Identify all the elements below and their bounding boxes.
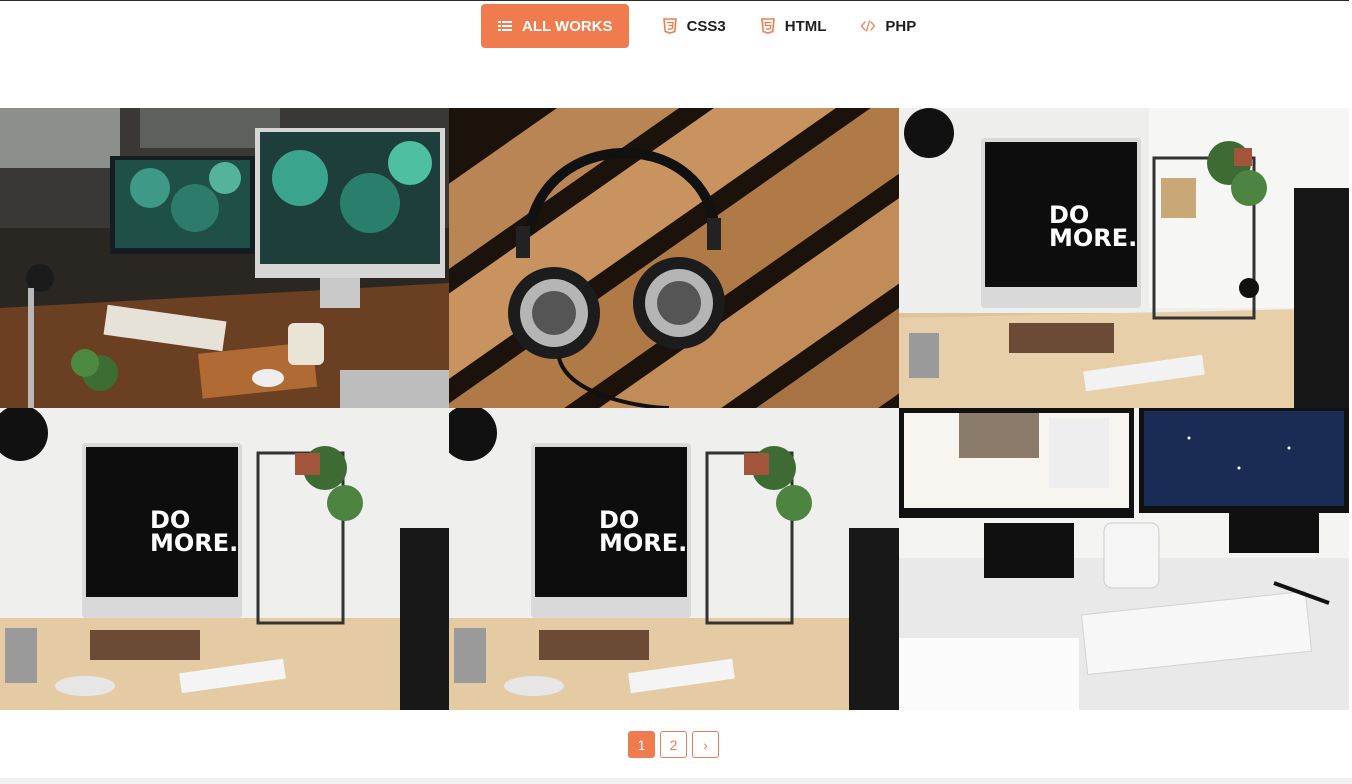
portfolio-item-do-more-desk[interactable]: DO MORE. xyxy=(899,108,1349,408)
portfolio-item-headphones[interactable] xyxy=(449,108,899,408)
filter-php[interactable]: PHP xyxy=(845,4,931,48)
portfolio-grid: DO MORE. DO MORE. DO MORE. xyxy=(0,108,1349,710)
page-1-button[interactable]: 1 xyxy=(628,731,655,758)
screen-text-more: MORE. xyxy=(599,529,687,557)
css3-icon xyxy=(662,18,678,34)
filter-html[interactable]: HTML xyxy=(745,4,842,48)
portfolio-item-desk-setup[interactable] xyxy=(0,108,449,408)
filter-css3[interactable]: CSS3 xyxy=(647,4,741,48)
screen-text-more: MORE. xyxy=(150,529,238,557)
do-more-photo-image: DO MORE. xyxy=(899,108,1349,408)
portfolio-item-do-more-desk[interactable]: DO MORE. xyxy=(449,408,899,710)
list-icon xyxy=(497,18,513,34)
pagination: 1 2 › xyxy=(628,731,724,758)
filter-label: HTML xyxy=(784,17,827,35)
do-more-photo-image: DO MORE. xyxy=(0,408,449,710)
workstation-photo-image xyxy=(899,408,1349,710)
code-icon xyxy=(860,18,876,34)
page-2-button[interactable]: 2 xyxy=(660,731,687,758)
footer-strip xyxy=(0,778,1352,784)
top-divider xyxy=(0,0,1352,1)
filter-label: PHP xyxy=(885,17,917,35)
html5-icon xyxy=(760,18,776,34)
portfolio-item-workstation[interactable] xyxy=(899,408,1349,710)
filter-label: ALL WORKS xyxy=(522,17,613,35)
next-page-button[interactable]: › xyxy=(692,731,719,758)
do-more-photo-image: DO MORE. xyxy=(449,408,899,710)
headphones-photo-image xyxy=(449,108,899,408)
portfolio-item-do-more-desk[interactable]: DO MORE. xyxy=(0,408,449,710)
screen-text-more: MORE. xyxy=(1049,224,1137,252)
portfolio-filter-bar: ALL WORKS CSS3 HTML PHP xyxy=(481,4,935,48)
desk-photo-image xyxy=(0,108,449,408)
filter-all-works[interactable]: ALL WORKS xyxy=(481,4,629,48)
filter-label: CSS3 xyxy=(686,17,726,35)
